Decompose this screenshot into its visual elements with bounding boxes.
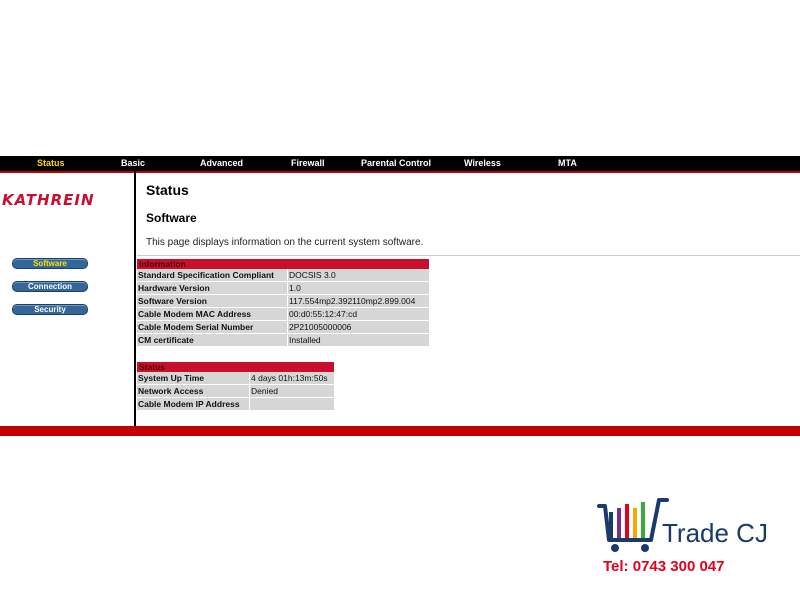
section-title: Software: [146, 211, 197, 225]
nav-tab-basic[interactable]: Basic: [121, 157, 145, 169]
row-value: 117.554mp2.392110mp2.899.004: [287, 295, 429, 308]
row-value: 4 days 01h:13m:50s: [249, 372, 334, 385]
row-label: Cable Modem MAC Address: [137, 308, 287, 321]
table-row: Cable Modem IP Address: [137, 398, 334, 411]
nav-tab-advanced[interactable]: Advanced: [200, 157, 243, 169]
row-value: 2P21005000006: [287, 321, 429, 334]
row-value: 00:d0:55:12:47:cd: [287, 308, 429, 321]
nav-tab-status[interactable]: Status: [37, 157, 65, 169]
table-row: Standard Specification Compliant DOCSIS …: [137, 269, 429, 282]
main-content: Status Software This page displays infor…: [137, 171, 800, 426]
information-table-header: Information: [137, 259, 429, 269]
shopping-cart-icon: [597, 498, 669, 552]
table-row: CM certificate Installed: [137, 334, 429, 347]
table-row: Software Version 117.554mp2.392110mp2.89…: [137, 295, 429, 308]
status-table-header: Status: [137, 362, 334, 372]
row-label: Cable Modem Serial Number: [137, 321, 287, 334]
nav-tab-parental-control[interactable]: Parental Control: [361, 157, 431, 169]
kathrein-logo: KATHREIN: [2, 191, 95, 209]
sidebar-item-connection[interactable]: Connection: [12, 281, 88, 292]
brand-phone: Tel: 0743 300 047: [603, 558, 725, 575]
sidebar-item-security[interactable]: Security: [12, 304, 88, 315]
nav-tab-firewall[interactable]: Firewall: [291, 157, 325, 169]
brand-name: Trade CJ: [662, 518, 768, 548]
page-description: This page displays information on the cu…: [146, 237, 424, 248]
row-label: CM certificate: [137, 334, 287, 347]
table-row: Network Access Denied: [137, 385, 334, 398]
nav-tab-mta[interactable]: MTA: [558, 157, 577, 169]
row-label: Network Access: [137, 385, 249, 398]
sidebar-item-software[interactable]: Software: [12, 258, 88, 269]
row-value: Installed: [287, 334, 429, 347]
row-value: [249, 398, 334, 411]
divider: [137, 255, 800, 256]
row-label: Cable Modem IP Address: [137, 398, 249, 411]
page-title: Status: [146, 182, 189, 198]
row-label: Software Version: [137, 295, 287, 308]
table-row: Hardware Version 1.0: [137, 282, 429, 295]
status-table: Status System Up Time 4 days 01h:13m:50s…: [137, 362, 334, 411]
table-row: Cable Modem Serial Number 2P21005000006: [137, 321, 429, 334]
table-row: Cable Modem MAC Address 00:d0:55:12:47:c…: [137, 308, 429, 321]
footer-bar: [0, 426, 800, 436]
row-value: Denied: [249, 385, 334, 398]
row-label: Standard Specification Compliant: [137, 269, 287, 282]
row-value: 1.0: [287, 282, 429, 295]
table-row: System Up Time 4 days 01h:13m:50s: [137, 372, 334, 385]
nav-tab-wireless[interactable]: Wireless: [464, 157, 501, 169]
row-label: System Up Time: [137, 372, 249, 385]
row-label: Hardware Version: [137, 282, 287, 295]
information-table: Information Standard Specification Compl…: [137, 259, 429, 347]
left-sidebar: KATHREIN Software Connection Security: [0, 171, 136, 426]
trade-cj-watermark: Trade CJ Tel: 0743 300 047: [597, 498, 797, 588]
row-value: DOCSIS 3.0: [287, 269, 429, 282]
